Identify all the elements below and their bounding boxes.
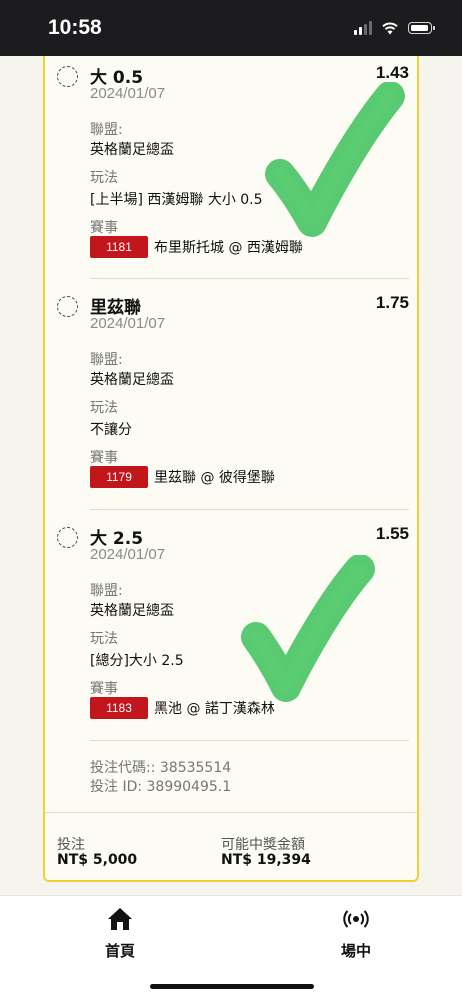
status-time: 10:58 bbox=[48, 16, 102, 39]
divider bbox=[90, 740, 409, 741]
match-id-badge: 1181 bbox=[90, 236, 148, 258]
bet-odds: 1.55 bbox=[375, 524, 409, 543]
match-name: 黑池 @ 諾丁漢森林 bbox=[154, 701, 275, 717]
match-name: 布里斯托城 @ 西漢姆聯 bbox=[154, 240, 303, 256]
match-row: 1179 里茲聯 @ 彼得堡聯 bbox=[90, 466, 275, 488]
bet-id: 投注 ID: 38990495.1 bbox=[90, 779, 232, 795]
stake-value: NT$ 5,000 bbox=[57, 852, 138, 868]
home-indicator bbox=[150, 984, 314, 989]
market-label: 玩法 bbox=[90, 170, 118, 186]
signal-icon bbox=[354, 21, 372, 35]
potential-win-value: NT$ 19,394 bbox=[221, 852, 311, 868]
match-row: 1183 黑池 @ 諾丁漢森林 bbox=[90, 697, 275, 719]
league-value: 英格蘭足總盃 bbox=[90, 603, 174, 619]
divider bbox=[90, 509, 409, 510]
bet-date: 2024/01/07 bbox=[90, 85, 166, 102]
tab-home-label: 首頁 bbox=[104, 942, 135, 960]
league-label: 聯盟: bbox=[90, 583, 123, 599]
bet-odds: 1.43 bbox=[375, 63, 409, 82]
status-icons bbox=[354, 21, 435, 35]
league-value: 英格蘭足總盃 bbox=[90, 372, 174, 388]
market-label: 玩法 bbox=[90, 400, 118, 416]
bet-date: 2024/01/07 bbox=[90, 546, 166, 563]
tab-live[interactable]: 場中 bbox=[316, 906, 396, 961]
potential-win-label: 可能中獎金額 bbox=[221, 837, 305, 853]
tab-live-label: 場中 bbox=[340, 942, 371, 960]
league-value: 英格蘭足總盃 bbox=[90, 142, 174, 158]
bet-odds: 1.75 bbox=[375, 293, 409, 312]
match-label: 賽事 bbox=[90, 450, 118, 466]
bet-date: 2024/01/07 bbox=[90, 315, 166, 332]
match-label: 賽事 bbox=[90, 220, 118, 236]
stake-label: 投注 bbox=[57, 837, 85, 853]
radio-dashed-icon[interactable] bbox=[57, 66, 78, 87]
league-label: 聯盟: bbox=[90, 352, 123, 368]
bet-code: 投注代碼:: 38535514 bbox=[90, 760, 232, 776]
match-id-badge: 1179 bbox=[90, 466, 148, 488]
radio-dashed-icon[interactable] bbox=[57, 527, 78, 548]
bet-slip-card: 大 0.5 1.43 2024/01/07 聯盟: 英格蘭足總盃 玩法 [上半場… bbox=[43, 56, 419, 882]
match-row: 1181 布里斯托城 @ 西漢姆聯 bbox=[90, 236, 303, 258]
market-label: 玩法 bbox=[90, 631, 118, 647]
match-id-badge: 1183 bbox=[90, 697, 148, 719]
market-value: 不讓分 bbox=[90, 422, 132, 438]
battery-icon bbox=[408, 22, 435, 34]
tab-home[interactable]: 首頁 bbox=[80, 906, 160, 961]
summary-divider bbox=[45, 812, 417, 813]
radio-dashed-icon[interactable] bbox=[57, 296, 78, 317]
market-value: [上半場] 西漢姆聯 大小 0.5 bbox=[90, 192, 263, 208]
divider bbox=[90, 278, 409, 279]
match-name: 里茲聯 @ 彼得堡聯 bbox=[154, 470, 275, 486]
house-icon bbox=[108, 908, 132, 930]
status-bar: 10:58 bbox=[0, 0, 462, 56]
broadcast-icon bbox=[343, 910, 369, 928]
league-label: 聯盟: bbox=[90, 122, 123, 138]
match-label: 賽事 bbox=[90, 681, 118, 697]
wifi-icon bbox=[382, 22, 398, 35]
market-value: [總分]大小 2.5 bbox=[90, 653, 184, 669]
